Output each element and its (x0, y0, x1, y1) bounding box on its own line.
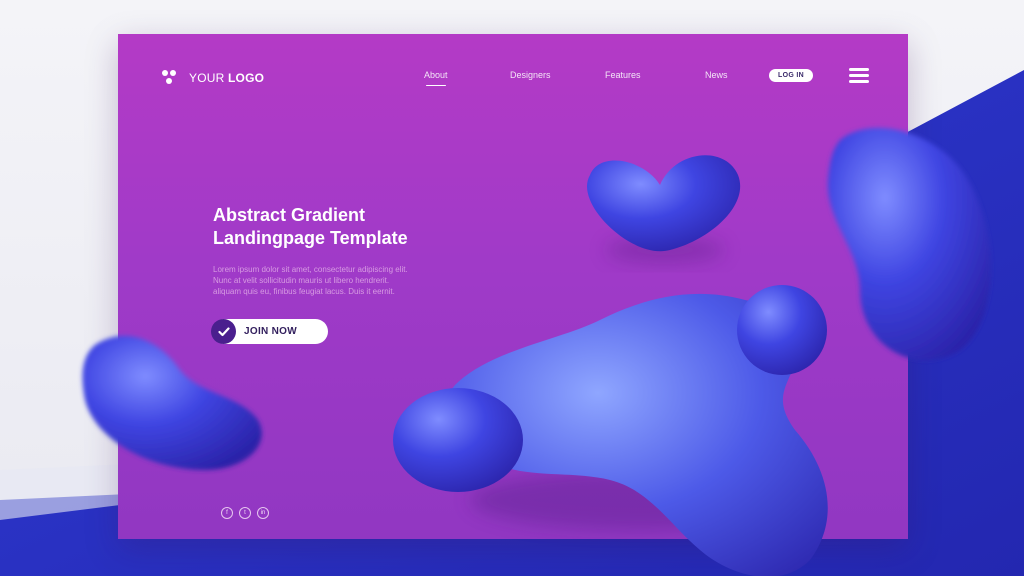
hamburger-menu-icon[interactable] (849, 68, 869, 83)
social-links: f t in (221, 507, 269, 519)
facebook-icon[interactable]: f (221, 507, 233, 519)
join-now-label: JOIN NOW (244, 326, 297, 337)
hero-title-line-2: Landingpage Template (213, 228, 408, 248)
landing-page-card: YOUR LOGO About Designers Features News … (118, 34, 908, 539)
login-button[interactable]: LOG IN (769, 69, 813, 82)
logo-mark-icon (162, 69, 180, 87)
hero-body-text: Lorem ipsum dolor sit amet, consectetur … (213, 265, 408, 296)
nav-item-features[interactable]: Features (605, 70, 641, 80)
hero-title: Abstract Gradient Landingpage Template (213, 204, 408, 250)
linkedin-icon[interactable]: in (257, 507, 269, 519)
nav-item-news[interactable]: News (705, 70, 728, 80)
nav-item-designers[interactable]: Designers (510, 70, 551, 80)
hero-title-line-1: Abstract Gradient (213, 205, 366, 225)
nav-item-about[interactable]: About (424, 70, 448, 86)
site-logo[interactable]: YOUR LOGO (162, 69, 264, 87)
join-now-button[interactable]: JOIN NOW (211, 319, 328, 344)
logo-text: YOUR LOGO (189, 71, 265, 85)
check-icon (211, 319, 236, 344)
twitter-icon[interactable]: t (239, 507, 251, 519)
